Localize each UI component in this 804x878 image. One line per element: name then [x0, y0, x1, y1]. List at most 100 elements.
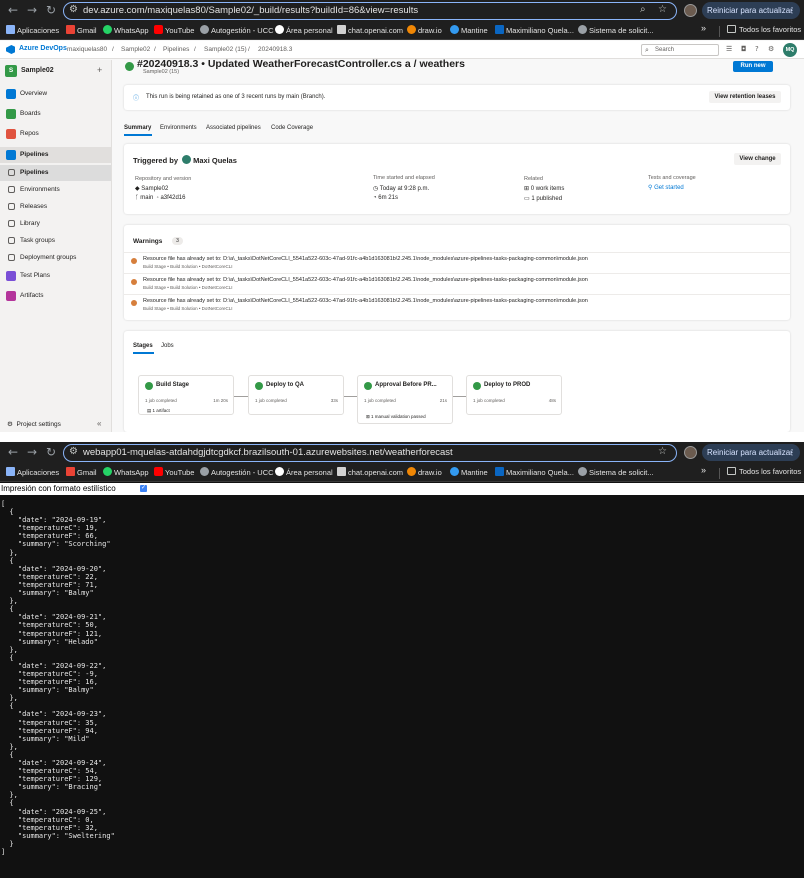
reload-icon[interactable]: ↻ — [46, 445, 56, 459]
bookmark-drawio[interactable]: draw.io — [407, 467, 442, 477]
tab-jobs[interactable]: Jobs — [161, 343, 174, 349]
repo-value[interactable]: ◆ Sample02 — [135, 185, 168, 192]
bookmark-sistema[interactable]: Sistema de solicit... — [578, 25, 654, 35]
sidebar-subitem-deployment-groups[interactable]: Deployment groups — [0, 250, 111, 266]
bookmark-sistema[interactable]: Sistema de solicit... — [578, 467, 654, 477]
warning-row[interactable]: Resource file has already set to: D:\a\_… — [124, 294, 790, 315]
project-name: Sample02 — [21, 67, 54, 74]
bookmark-youtube[interactable]: YouTube — [154, 25, 194, 35]
bookmark-whatsapp[interactable]: WhatsApp — [103, 467, 149, 477]
bookmark-youtube[interactable]: YouTube — [154, 467, 194, 477]
bookmark-all-favorites[interactable]: Todos los favoritos — [727, 467, 801, 476]
stage-deploy-qa[interactable]: Deploy to QA 1 job completed 33s — [248, 375, 344, 415]
collapse-sidebar-icon[interactable]: « — [97, 419, 101, 428]
restart-to-update-button[interactable]: Reiniciar para actualizar ⋮ — [702, 2, 800, 19]
stage-build[interactable]: Build Stage 1 job completed 1m 20s ▤ 1 a… — [138, 375, 234, 415]
tab-summary[interactable]: Summary — [124, 125, 151, 131]
bookmark-all-favorites[interactable]: Todos los favoritos — [727, 25, 801, 34]
bookmark-gmail[interactable]: Gmail — [66, 467, 97, 477]
view-retention-leases-button[interactable]: View retention leases — [709, 91, 781, 103]
reload-icon[interactable]: ↻ — [46, 3, 56, 17]
sidebar-subitem-releases[interactable]: Releases — [0, 199, 111, 215]
bookmark-mantine[interactable]: Mantine — [450, 25, 488, 35]
more-bookmarks-icon[interactable]: » — [701, 23, 706, 33]
tab-code-coverage[interactable]: Code Coverage — [271, 125, 313, 131]
back-arrow-icon[interactable]: ← — [8, 3, 18, 17]
list-icon[interactable]: ☰ — [726, 45, 732, 53]
breadcrumb-project[interactable]: Sample02 — [121, 46, 150, 53]
stage-deploy-prod[interactable]: Deploy to PROD 1 job completed 48s — [466, 375, 562, 415]
profile-avatar[interactable] — [684, 4, 697, 17]
work-items-link[interactable]: ⊞ 0 work items — [524, 185, 564, 192]
run-new-button[interactable]: Run new — [733, 61, 773, 72]
profile-avatar[interactable] — [684, 446, 697, 459]
bookmark-gmail[interactable]: Gmail — [66, 25, 97, 35]
back-arrow-icon[interactable]: ← — [8, 445, 18, 459]
sidebar-item-artifacts[interactable]: Artifacts — [0, 288, 111, 304]
published-artifacts-link[interactable]: ▭ 1 published — [524, 195, 562, 202]
sidebar-item-boards[interactable]: Boards — [0, 106, 111, 122]
sidebar-subitem-task-groups[interactable]: Task groups — [0, 233, 111, 249]
sidebar-item-repos[interactable]: Repos — [0, 126, 111, 142]
bookmark-area-personal[interactable]: Área personal — [275, 467, 333, 477]
bookmark-area-personal[interactable]: Área personal — [275, 25, 333, 35]
restart-to-update-button[interactable]: Reiniciar para actualizar ⋮ — [702, 444, 800, 461]
view-change-button[interactable]: View change — [734, 153, 781, 165]
help-icon[interactable]: ? — [755, 45, 759, 53]
breadcrumb-pipelines[interactable]: Pipelines — [163, 46, 189, 53]
star-icon[interactable]: ☆ — [658, 446, 667, 457]
stage-artifact[interactable]: ▤ 1 artifact — [147, 408, 170, 414]
forward-arrow-icon[interactable]: → — [27, 445, 37, 459]
search-icon[interactable]: ⌕ — [640, 4, 646, 15]
project-selector[interactable]: S Sample02 + — [5, 65, 109, 79]
bookmark-chatgpt[interactable]: chat.openai.com — [337, 467, 403, 477]
bookmark-chatgpt[interactable]: chat.openai.com — [337, 25, 403, 35]
breadcrumb-org[interactable]: maxiquelas80 — [67, 46, 107, 53]
user-avatar[interactable]: MQ — [783, 43, 797, 57]
ado-search-input[interactable]: ⌕ Search — [641, 44, 719, 56]
bookmark-autogestion[interactable]: Autogestión - UCC — [200, 467, 274, 477]
site-info-icon[interactable]: ⚙ — [69, 446, 78, 457]
bookmark-apps[interactable]: Aplicaciones — [6, 25, 59, 35]
get-started-link[interactable]: ⚲ Get started — [648, 184, 684, 191]
tab-environments[interactable]: Environments — [160, 125, 197, 131]
star-icon[interactable]: ☆ — [658, 4, 667, 15]
site-info-icon[interactable]: ⚙ — [69, 4, 78, 15]
run-pipeline-link[interactable]: Sample02 (15) — [143, 69, 179, 75]
bag-icon[interactable]: ◘ — [741, 45, 747, 53]
pretty-print-checkbox[interactable]: ✓ — [140, 485, 147, 492]
sidebar-subitem-library[interactable]: Library — [0, 216, 111, 232]
sidebar-subitem-environments[interactable]: Environments — [0, 182, 111, 198]
address-bar[interactable]: ⚙ dev.azure.com/maxiquelas80/Sample02/_b… — [63, 2, 677, 20]
sidebar-item-pipelines[interactable]: Pipelines — [0, 147, 111, 163]
repos-icon — [6, 129, 16, 139]
bookmark-linkedin[interactable]: Maximiliano Quela... — [495, 25, 574, 35]
breadcrumb-run[interactable]: 20240918.3 — [258, 46, 292, 53]
bookmark-linkedin[interactable]: Maximiliano Quela... — [495, 467, 574, 477]
kebab-menu-icon[interactable]: ⋮ — [788, 2, 796, 19]
breadcrumb-pipeline[interactable]: Sample02 (15) — [204, 46, 247, 53]
ado-brand[interactable]: Azure DevOps — [19, 45, 67, 52]
more-bookmarks-icon[interactable]: » — [701, 465, 706, 475]
bookmark-autogestion[interactable]: Autogestión - UCC — [200, 25, 274, 35]
plus-icon[interactable]: + — [97, 65, 102, 75]
sidebar-item-test-plans[interactable]: Test Plans — [0, 268, 111, 284]
project-settings-link[interactable]: ⚙ Project settings — [7, 420, 61, 428]
breadcrumb-sep: / — [194, 46, 196, 53]
warning-row[interactable]: Resource file has already set to: D:\a\_… — [124, 252, 790, 273]
stage-approval[interactable]: Approval Before PR... 1 job completed 21… — [357, 375, 453, 424]
warning-row[interactable]: Resource file has already set to: D:\a\_… — [124, 273, 790, 294]
bookmark-mantine[interactable]: Mantine — [450, 467, 488, 477]
forward-arrow-icon[interactable]: → — [27, 3, 37, 17]
tab-stages[interactable]: Stages — [133, 343, 153, 349]
bookmark-drawio[interactable]: draw.io — [407, 25, 442, 35]
bookmark-whatsapp[interactable]: WhatsApp — [103, 25, 149, 35]
address-bar[interactable]: ⚙ webapp01-mquelas-atdahdgjdtcgdkcf.braz… — [63, 444, 677, 462]
kebab-menu-icon[interactable]: ⋮ — [788, 444, 796, 461]
tab-associated-pipelines[interactable]: Associated pipelines — [206, 125, 261, 131]
sidebar-subitem-pipelines[interactable]: Pipelines — [0, 165, 111, 181]
branch-value[interactable]: ᚴ main ◦ a3f42d16 — [135, 195, 185, 201]
bookmark-apps[interactable]: Aplicaciones — [6, 467, 59, 477]
user-settings-icon[interactable]: ⚙ — [768, 45, 774, 53]
sidebar-item-overview[interactable]: Overview — [0, 86, 111, 102]
